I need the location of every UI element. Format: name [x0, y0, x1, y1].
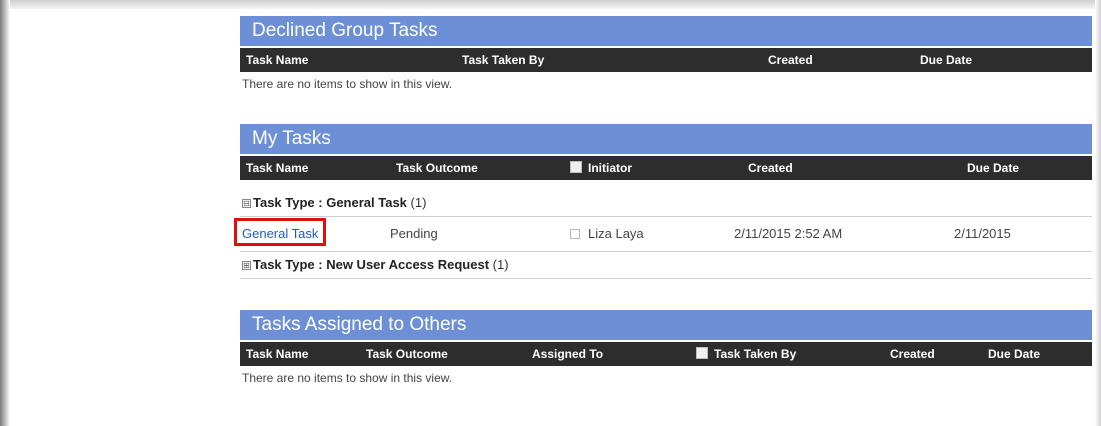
column-header-due-date[interactable]: Due Date — [988, 342, 1040, 366]
column-header-task-taken-by[interactable]: Task Taken By — [696, 342, 796, 366]
tasks-assigned-to-others-title: Tasks Assigned to Others — [240, 310, 1092, 342]
column-header-task-name[interactable]: Task Name — [246, 156, 308, 180]
group-row-new-user-access-request[interactable]: ⊞ Task Type : New User Access Request (1… — [240, 254, 1092, 278]
column-header-initiator[interactable]: Initiator — [570, 156, 632, 180]
my-tasks-section: My Tasks Task Name Task Outcome Initiato… — [234, 124, 1092, 279]
column-header-due-date[interactable]: Due Date — [920, 48, 972, 72]
table-row: General Task Pending Liza Laya 2/11/2015… — [234, 217, 1092, 251]
declined-group-tasks-title: Declined Group Tasks — [240, 16, 1092, 48]
window-frame-top — [0, 0, 1101, 9]
declined-header-row: Task Name Task Taken By Created Due Date — [240, 48, 1092, 72]
select-all-checkbox[interactable] — [570, 161, 582, 173]
assigned-header-row: Task Name Task Outcome Assigned To Task … — [240, 342, 1092, 366]
column-header-task-outcome[interactable]: Task Outcome — [366, 342, 448, 366]
group-count: (1) — [410, 195, 427, 210]
group-row-general-task[interactable]: ⊟ Task Type : General Task (1) — [240, 192, 1092, 216]
assigned-empty-message: There are no items to show in this view. — [242, 371, 453, 385]
declined-empty-message: There are no items to show in this view. — [242, 77, 453, 91]
window-frame-left — [0, 0, 10, 426]
group-count: (1) — [492, 257, 509, 272]
expand-icon[interactable]: ⊞ — [242, 261, 251, 270]
column-header-due-date[interactable]: Due Date — [967, 156, 1019, 180]
column-header-assigned-to[interactable]: Assigned To — [532, 342, 603, 366]
declined-group-tasks-section: Declined Group Tasks Task Name Task Take… — [240, 16, 1092, 91]
tasks-assigned-to-others-section: Tasks Assigned to Others Task Name Task … — [240, 310, 1092, 385]
divider — [240, 278, 1092, 279]
row-checkbox[interactable] — [570, 229, 580, 239]
column-header-task-name[interactable]: Task Name — [246, 342, 308, 366]
group-label: Task Type — [253, 195, 315, 210]
column-header-task-name[interactable]: Task Name — [246, 48, 308, 72]
collapse-icon[interactable]: ⊟ — [242, 199, 251, 208]
select-all-checkbox[interactable] — [696, 347, 708, 359]
group-value: New User Access Request — [326, 257, 490, 272]
created-date: 2/11/2015 2:52 AM — [734, 226, 843, 241]
divider — [240, 251, 1092, 252]
column-header-created[interactable]: Created — [890, 342, 935, 366]
group-value: General Task — [326, 195, 407, 210]
group-label: Task Type — [253, 257, 315, 272]
task-link-general-task[interactable]: General Task — [242, 226, 318, 241]
my-tasks-header-row: Task Name Task Outcome Initiator Created… — [240, 156, 1092, 180]
window-frame-right — [1095, 0, 1101, 426]
column-header-created[interactable]: Created — [748, 156, 793, 180]
my-tasks-title: My Tasks — [240, 124, 1092, 156]
column-header-task-taken-by[interactable]: Task Taken By — [462, 48, 544, 72]
initiator-cell: Liza Laya — [570, 226, 644, 241]
column-header-task-outcome[interactable]: Task Outcome — [396, 156, 478, 180]
due-date: 2/11/2015 — [954, 226, 1011, 241]
column-header-created[interactable]: Created — [768, 48, 813, 72]
task-outcome: Pending — [390, 226, 438, 241]
